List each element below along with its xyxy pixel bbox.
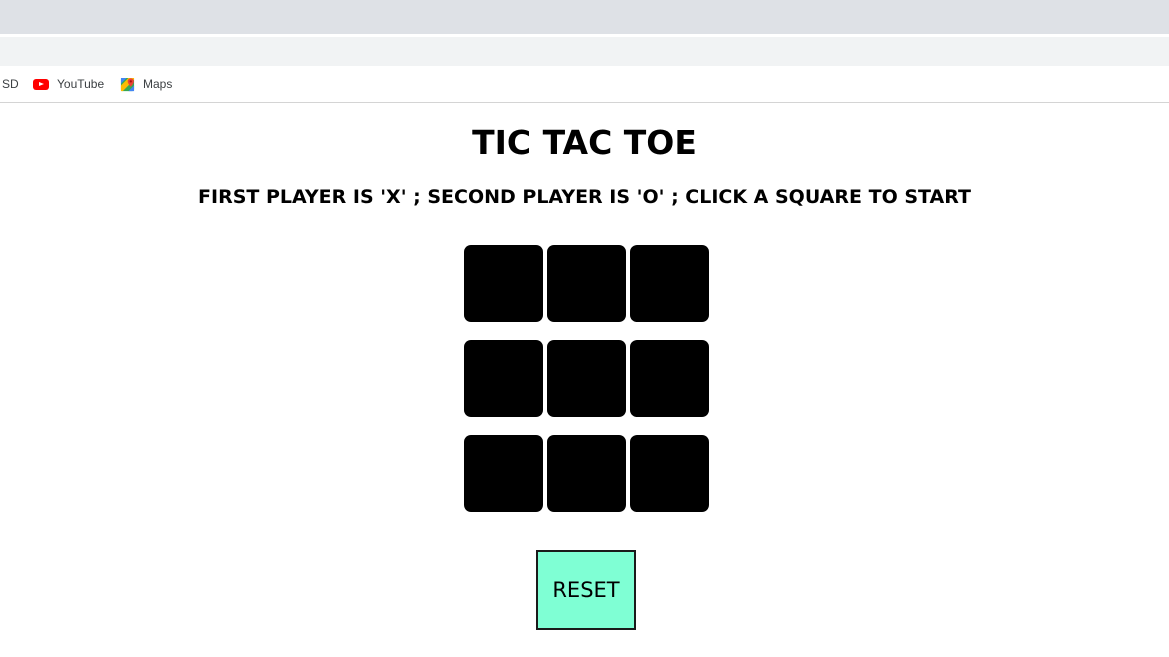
- bookmark-label: SD: [2, 77, 19, 91]
- board-cell-8[interactable]: [547, 435, 626, 512]
- board-cell-5[interactable]: [547, 340, 626, 417]
- browser-tab-strip: [0, 0, 1169, 34]
- maps-icon: [120, 77, 135, 91]
- bookmarks-bar: SD YouTube Maps: [0, 66, 1169, 103]
- browser-toolbar: [0, 34, 1169, 66]
- youtube-icon: [33, 78, 49, 90]
- game-page: TIC TAC TOE FIRST PLAYER IS 'X' ; SECOND…: [0, 103, 1169, 657]
- page-title: TIC TAC TOE: [472, 123, 697, 162]
- bookmark-maps[interactable]: Maps: [120, 66, 172, 102]
- board-cell-7[interactable]: [464, 435, 543, 512]
- reset-button[interactable]: RESET: [536, 550, 636, 630]
- board-cell-9[interactable]: [630, 435, 709, 512]
- board-cell-2[interactable]: [547, 245, 626, 322]
- board-cell-3[interactable]: [630, 245, 709, 322]
- bookmark-label: YouTube: [57, 77, 105, 91]
- board-cell-1[interactable]: [464, 245, 543, 322]
- board-cell-6[interactable]: [630, 340, 709, 417]
- instructions-text: FIRST PLAYER IS 'X' ; SECOND PLAYER IS '…: [198, 186, 971, 208]
- bookmark-label: Maps: [143, 77, 173, 91]
- board-cell-4[interactable]: [464, 340, 543, 417]
- bookmark-sd[interactable]: SD: [2, 66, 19, 102]
- bookmark-youtube[interactable]: YouTube: [33, 66, 104, 102]
